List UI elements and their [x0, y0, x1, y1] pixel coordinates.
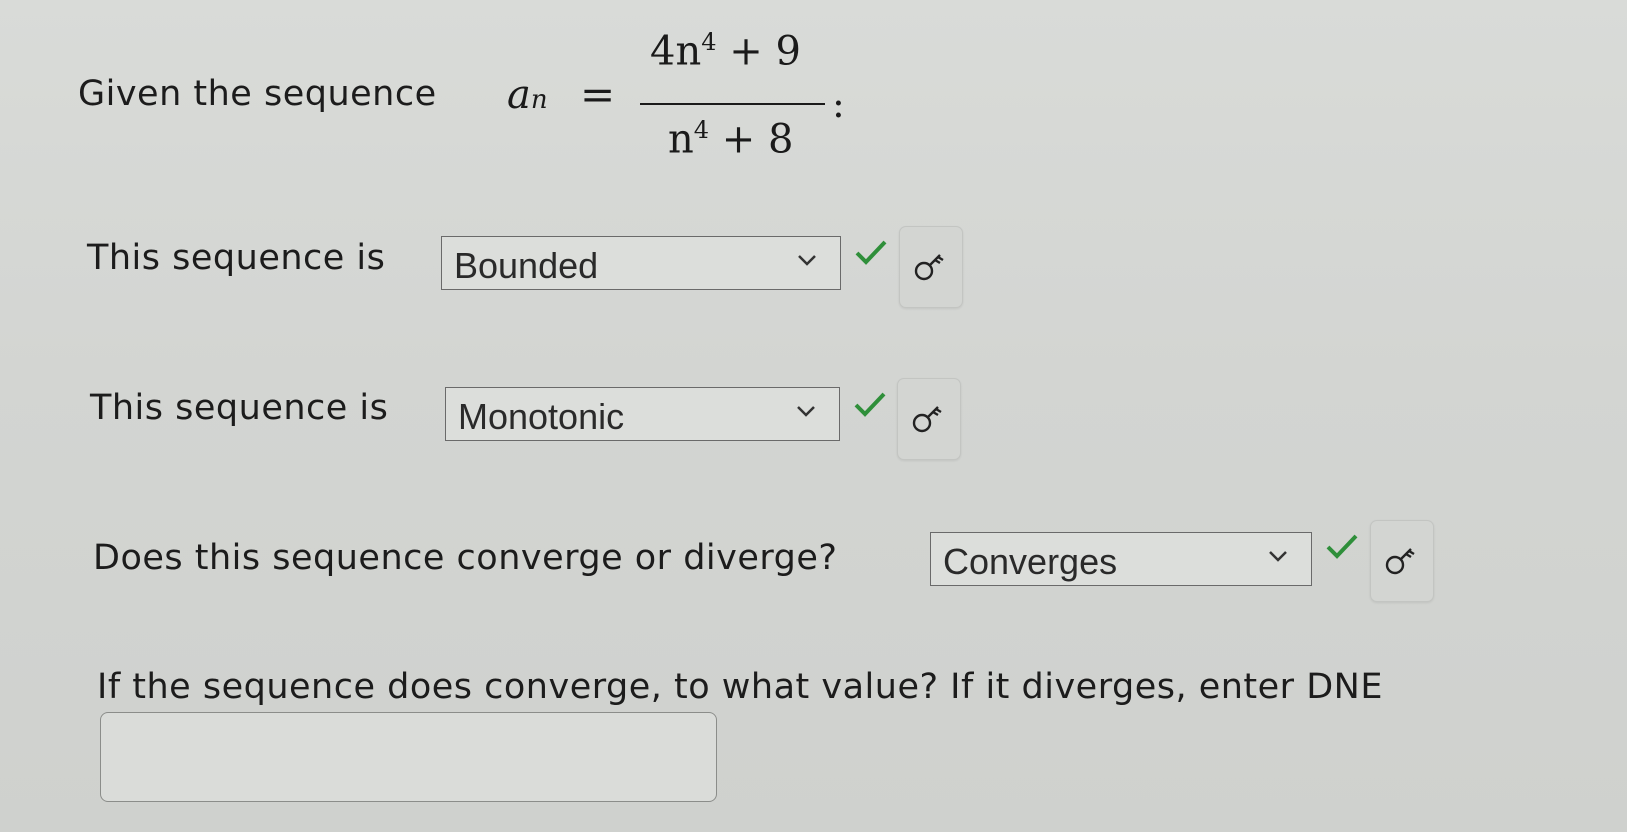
chevron-down-icon: [797, 406, 815, 417]
key-icon: [1385, 548, 1415, 575]
equals-sign: =: [580, 70, 616, 119]
select-value: Converges: [943, 541, 1118, 582]
key-icon: [912, 406, 942, 433]
key-button[interactable]: [899, 226, 963, 308]
chevron-down-icon: [1269, 551, 1287, 562]
fraction-bar: [640, 103, 825, 105]
question-prompt: This sequence is: [90, 388, 389, 428]
question-prompt: Does this sequence converge or diverge?: [93, 538, 838, 578]
key-button[interactable]: [1370, 520, 1434, 602]
checkmark-icon: [855, 240, 887, 265]
answer-input[interactable]: [100, 712, 717, 802]
question-prompt: This sequence is: [87, 238, 386, 278]
select-value: Bounded: [454, 245, 599, 286]
key-icon: [914, 254, 944, 281]
checkmark-icon: [1326, 534, 1358, 559]
converge-select[interactable]: Converges: [930, 532, 1312, 586]
monotonic-select[interactable]: Monotonic: [445, 387, 840, 441]
select-value: Monotonic: [458, 396, 625, 437]
chevron-down-icon: [798, 255, 816, 266]
question-prompt: If the sequence does converge, to what v…: [97, 667, 1383, 707]
checkmark-icon: [854, 392, 886, 417]
fraction-numerator: 4n4 + 9: [650, 28, 801, 75]
fraction-denominator: n4 + 8: [668, 116, 794, 163]
sequence-symbol: an: [507, 72, 548, 118]
bounded-select[interactable]: Bounded: [441, 236, 841, 290]
key-button[interactable]: [897, 378, 961, 460]
problem-intro: Given the sequence: [78, 74, 437, 114]
colon: :: [832, 82, 845, 126]
